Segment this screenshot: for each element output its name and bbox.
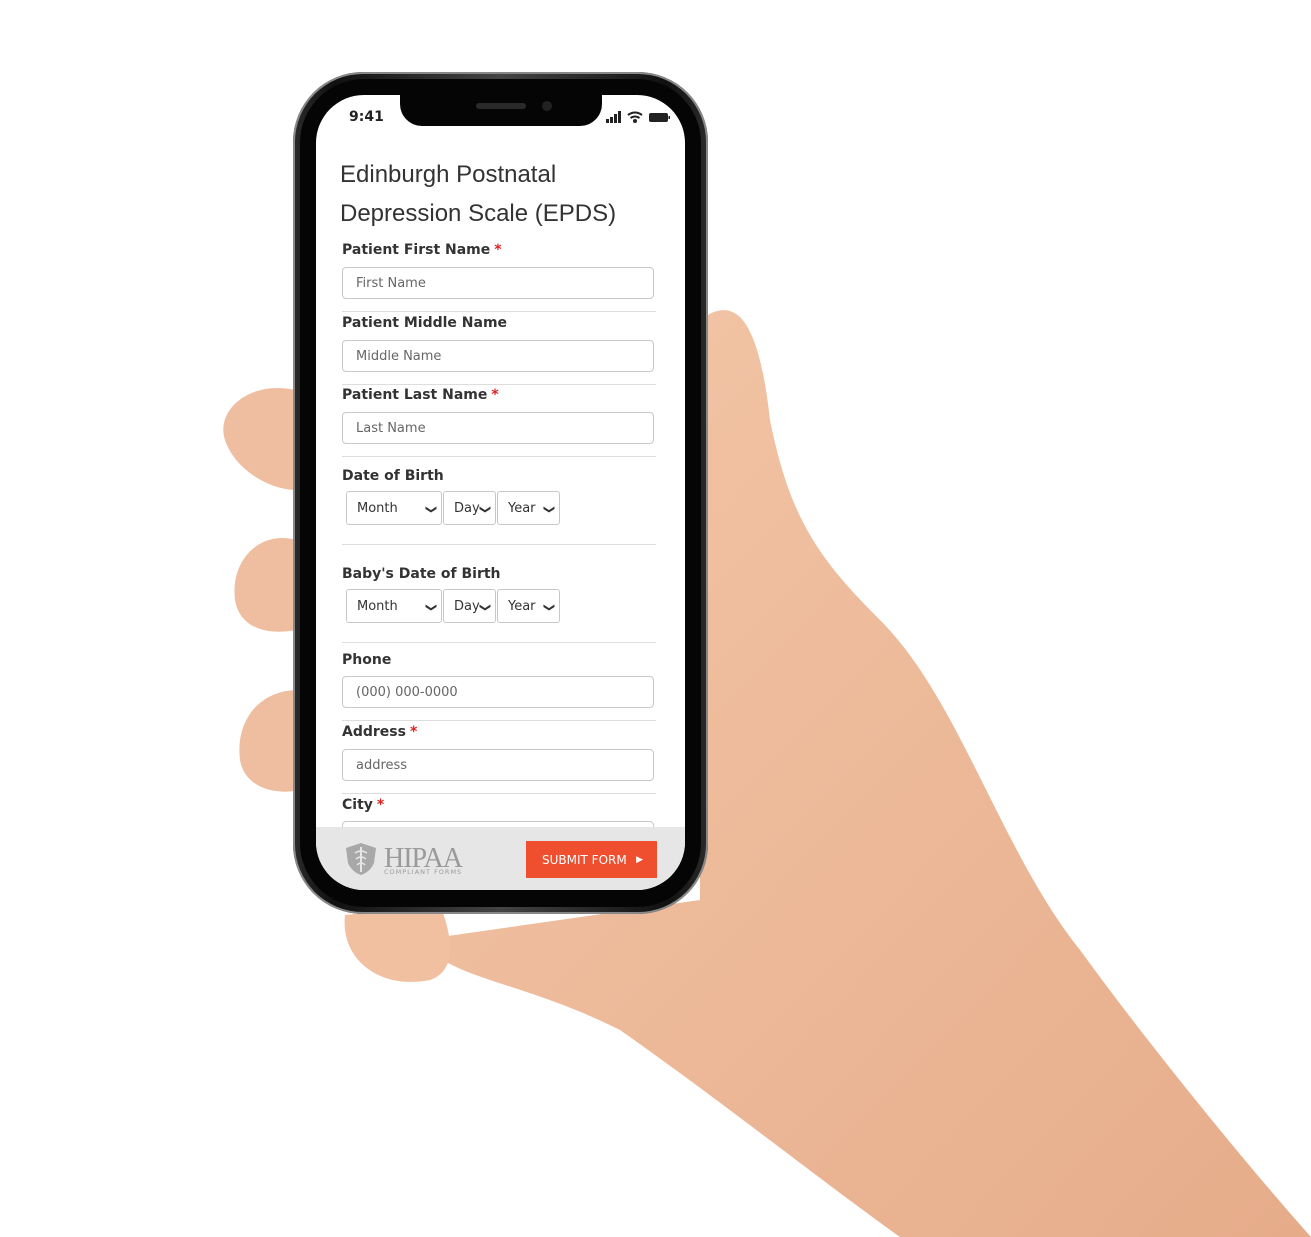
- divider: [342, 793, 656, 794]
- baby-dob-label: Baby's Date of Birth: [342, 566, 501, 582]
- divider: [342, 544, 656, 545]
- last-name-label: Patient Last Name *: [342, 387, 499, 403]
- notch: [400, 95, 602, 126]
- first-name-input[interactable]: First Name: [342, 267, 654, 299]
- divider: [342, 720, 656, 721]
- speaker: [476, 103, 526, 109]
- last-name-input[interactable]: Last Name: [342, 412, 654, 444]
- status-icons: [606, 111, 670, 123]
- chevron-down-icon: ❯: [542, 504, 556, 515]
- divider: [342, 642, 656, 643]
- divider: [342, 311, 656, 312]
- hipaa-logo-subtext: COMPLIANT FORMS: [384, 868, 463, 876]
- camera: [542, 101, 552, 111]
- wifi-icon: [627, 111, 643, 123]
- divider: [342, 384, 656, 385]
- page-title: Edinburgh Postnatal Depression Scale (EP…: [340, 161, 617, 227]
- chevron-down-icon: ❯: [542, 602, 556, 613]
- battery-icon: [649, 113, 670, 122]
- dob-day-select[interactable]: Day ❯: [443, 491, 496, 525]
- address-input[interactable]: address: [342, 749, 654, 781]
- baby-dob-day-select[interactable]: Day ❯: [443, 589, 496, 623]
- status-time: 9:41: [349, 109, 384, 125]
- city-label: City *: [342, 797, 385, 813]
- caret-right-icon: ▶: [636, 855, 643, 865]
- phone-screen: 9:41 Edinburgh Postnatal Depression Scal…: [316, 95, 685, 890]
- submit-form-button[interactable]: SUBMIT FORM ▶: [526, 841, 657, 878]
- middle-name-label: Patient Middle Name: [342, 315, 508, 331]
- middle-name-input[interactable]: Middle Name: [342, 340, 654, 372]
- shield-caduceus-icon: [346, 843, 376, 875]
- phone-input[interactable]: (000) 000-0000: [342, 676, 654, 708]
- phone-label: Phone: [342, 652, 392, 668]
- divider: [342, 456, 656, 457]
- first-name-label: Patient First Name *: [342, 242, 502, 258]
- address-label: Address *: [342, 724, 418, 740]
- dob-month-select[interactable]: Month ❯: [346, 491, 442, 525]
- dob-year-select[interactable]: Year ❯: [497, 491, 560, 525]
- signal-icon: [606, 111, 621, 123]
- baby-dob-year-select[interactable]: Year ❯: [497, 589, 560, 623]
- baby-dob-month-select[interactable]: Month ❯: [346, 589, 442, 623]
- form-footer: HIPAA COMPLIANT FORMS SUBMIT FORM ▶: [316, 827, 685, 890]
- dob-label: Date of Birth: [342, 468, 444, 484]
